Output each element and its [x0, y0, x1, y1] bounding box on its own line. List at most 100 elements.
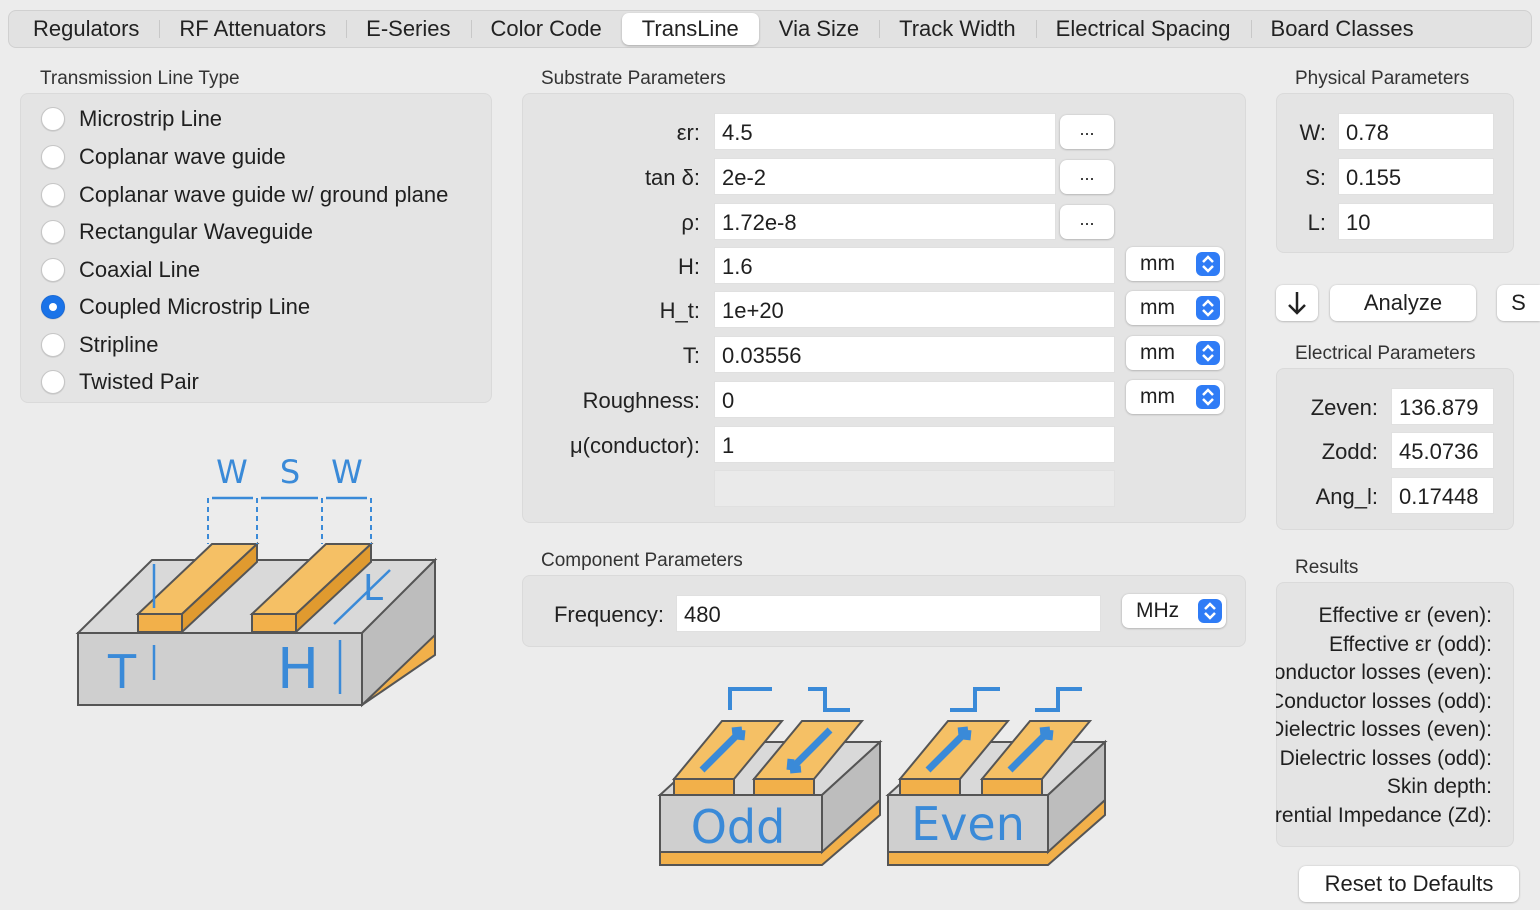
component-title: Component Parameters	[541, 550, 743, 571]
result-label: Differential Impedance (Zd):	[1276, 804, 1492, 827]
tab-transline[interactable]: TransLine	[621, 13, 759, 45]
roughness-field[interactable]: 0	[714, 381, 1115, 418]
updown-icon	[1196, 385, 1220, 409]
odd-even-mode-diagram: Odd Even	[657, 687, 1108, 866]
er-label: εr:	[676, 120, 700, 145]
ang-label: Ang_l:	[1315, 484, 1378, 509]
radio-microstrip[interactable]: Microstrip Line	[41, 106, 222, 132]
frequency-label: Frequency:	[553, 602, 664, 627]
synthesize-button[interactable]: S	[1497, 285, 1540, 321]
radio-coplanar-ground[interactable]: Coplanar wave guide w/ ground plane	[41, 182, 448, 208]
radio-button[interactable]	[41, 258, 65, 282]
analyze-button[interactable]: Analyze	[1330, 285, 1476, 321]
er-field[interactable]: 4.5	[714, 113, 1056, 150]
label-w2: W	[331, 453, 363, 491]
ht-unit-select[interactable]: mm	[1126, 291, 1224, 325]
frequency-field[interactable]: 480	[676, 595, 1101, 632]
radio-coaxial[interactable]: Coaxial Line	[41, 257, 200, 283]
w-label: W:	[1299, 120, 1326, 145]
substrate-title: Substrate Parameters	[541, 68, 726, 89]
unit-label: MHz	[1136, 599, 1180, 622]
tab-electrical-spacing[interactable]: Electrical Spacing	[1035, 13, 1251, 45]
radio-label: Twisted Pair	[79, 369, 199, 394]
ht-field[interactable]: 1e+20	[714, 291, 1115, 328]
odd-label: Odd	[691, 800, 786, 854]
radio-button[interactable]	[41, 220, 65, 244]
tab-rf-attenuators[interactable]: RF Attenuators	[159, 13, 346, 45]
rho-field[interactable]: 1.72e-8	[714, 203, 1056, 240]
rho-label: ρ:	[681, 210, 700, 235]
unit-label: mm	[1140, 341, 1175, 364]
radio-label: Rectangular Waveguide	[79, 219, 313, 244]
frequency-unit-select[interactable]: MHz	[1122, 594, 1226, 628]
unit-label: mm	[1140, 385, 1175, 408]
tand-label: tan δ:	[644, 165, 700, 190]
radio-button[interactable]	[41, 107, 65, 131]
even-mode-icon: Even	[885, 687, 1108, 866]
unit-label: mm	[1140, 296, 1175, 319]
radio-label: Coaxial Line	[79, 257, 201, 282]
rho-browse-button[interactable]: ...	[1060, 205, 1114, 239]
s-field[interactable]: 0.155	[1338, 158, 1494, 195]
roughness-label: Roughness:	[582, 388, 700, 413]
line-type-title: Transmission Line Type	[40, 68, 240, 89]
tand-field[interactable]: 2e-2	[714, 158, 1056, 195]
radio-button[interactable]	[41, 183, 65, 207]
updown-icon	[1196, 252, 1220, 276]
disabled-field	[714, 470, 1115, 507]
radio-label: Microstrip Line	[79, 106, 223, 131]
updown-icon	[1198, 599, 1222, 623]
result-label: Effective εr (even):	[1318, 604, 1492, 627]
mu-label: μ(conductor):	[569, 433, 700, 458]
unit-label: mm	[1140, 252, 1175, 275]
radio-twisted-pair[interactable]: Twisted Pair	[41, 369, 199, 395]
zeven-value: 136.879	[1391, 388, 1494, 425]
t-unit-select[interactable]: mm	[1126, 336, 1224, 370]
tab-color-code[interactable]: Color Code	[470, 13, 622, 45]
odd-mode-icon: Odd	[657, 687, 883, 866]
arrow-down-icon	[1288, 292, 1306, 315]
radio-label: Stripline	[79, 332, 159, 357]
roughness-unit-select[interactable]: mm	[1126, 380, 1224, 414]
radio-button[interactable]	[41, 145, 65, 169]
tab-e-series[interactable]: E-Series	[346, 13, 470, 45]
radio-button[interactable]	[41, 370, 65, 394]
radio-coplanar[interactable]: Coplanar wave guide	[41, 144, 286, 170]
coupled-microstrip-diagram: W S W L T H	[75, 453, 438, 708]
tab-regulators[interactable]: Regulators	[13, 13, 159, 45]
tab-bar: Regulators RF Attenuators E-Series Color…	[8, 10, 1532, 48]
h-unit-select[interactable]: mm	[1126, 247, 1224, 281]
reset-defaults-button[interactable]: Reset to Defaults	[1299, 866, 1519, 902]
radio-button[interactable]	[41, 333, 65, 357]
ang-value: 0.17448	[1391, 477, 1494, 514]
radio-label: Coupled Microstrip Line	[79, 294, 311, 319]
radio-coupled-microstrip[interactable]: Coupled Microstrip Line	[41, 294, 310, 320]
t-field[interactable]: 0.03556	[714, 336, 1115, 373]
radio-rectangular-waveguide[interactable]: Rectangular Waveguide	[41, 219, 313, 245]
radio-stripline[interactable]: Stripline	[41, 332, 158, 358]
s-label: S:	[1305, 165, 1326, 190]
tab-board-classes[interactable]: Board Classes	[1250, 13, 1434, 45]
results-title: Results	[1295, 557, 1359, 578]
zodd-value: 45.0736	[1391, 432, 1494, 469]
zeven-label: Zeven:	[1310, 395, 1378, 420]
radio-label: Coplanar wave guide	[79, 144, 286, 169]
l-field[interactable]: 10	[1338, 203, 1494, 240]
result-label: Conductor losses (odd):	[1276, 690, 1492, 713]
arrow-down-button[interactable]	[1276, 285, 1318, 321]
tand-browse-button[interactable]: ...	[1060, 160, 1114, 194]
updown-icon	[1196, 296, 1220, 320]
radio-label: Coplanar wave guide w/ ground plane	[79, 182, 449, 207]
l-label: L:	[1307, 210, 1326, 235]
w-field[interactable]: 0.78	[1338, 113, 1494, 150]
h-field[interactable]: 1.6	[714, 247, 1115, 284]
er-browse-button[interactable]: ...	[1060, 115, 1114, 149]
tab-via-size[interactable]: Via Size	[759, 13, 879, 45]
mu-field[interactable]: 1	[714, 426, 1115, 463]
label-h: H	[277, 637, 319, 702]
result-label: Dielectric losses (odd):	[1279, 747, 1492, 770]
ht-label: H_t:	[659, 298, 700, 323]
label-s: S	[280, 453, 300, 491]
radio-button-selected[interactable]	[41, 295, 65, 319]
tab-track-width[interactable]: Track Width	[879, 13, 1036, 45]
